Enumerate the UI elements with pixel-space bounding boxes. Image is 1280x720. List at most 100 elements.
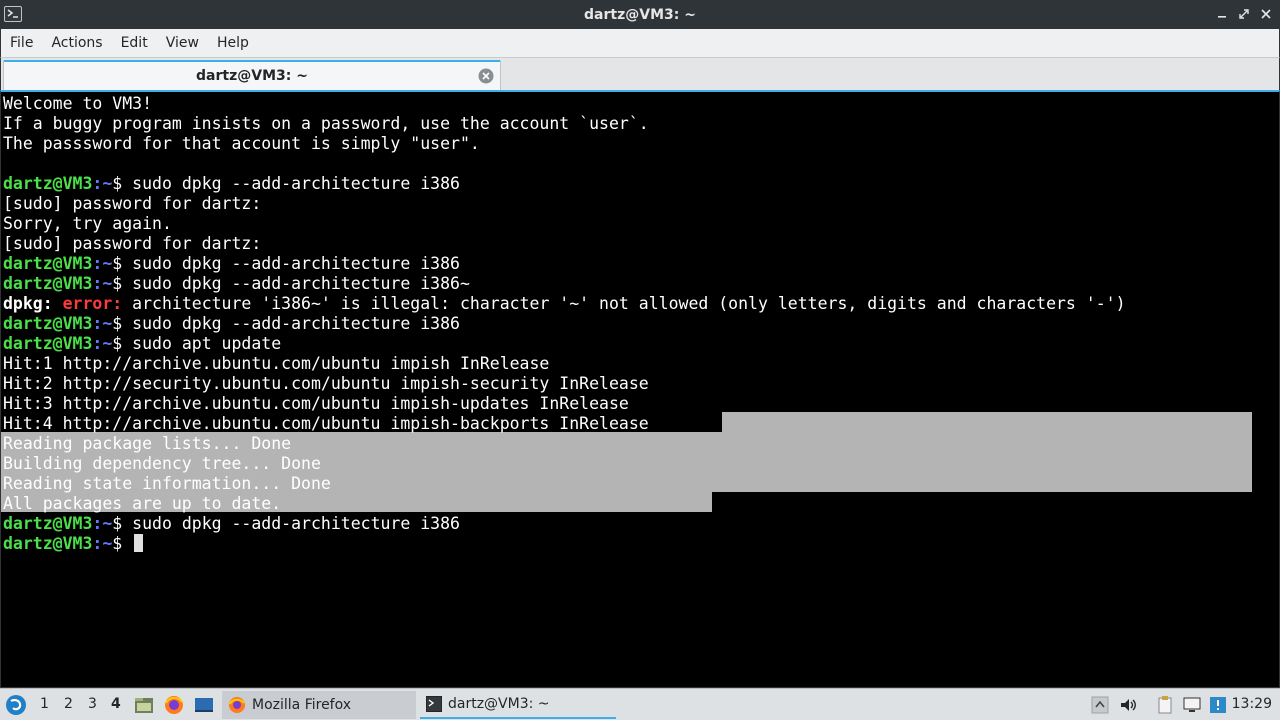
prompt-sign: $ xyxy=(112,254,133,273)
firefox-icon xyxy=(229,697,245,713)
prompt-sign: $ xyxy=(112,314,133,333)
menu-bar: File Actions Edit View Help xyxy=(0,29,1280,57)
command-text: sudo dpkg --add-architecture i386 xyxy=(132,254,460,273)
task-firefox[interactable]: Mozilla Firefox xyxy=(222,691,416,719)
task-label: Mozilla Firefox xyxy=(252,697,352,713)
terminal-view[interactable]: Welcome to VM3! If a buggy program insist… xyxy=(0,90,1280,688)
volume-icon[interactable] xyxy=(1118,695,1138,715)
prompt-path: :~ xyxy=(92,254,113,273)
terminal-line: dartz@VM3:~$ sudo apt update xyxy=(3,334,1126,354)
terminal-line: Hit:1 http://archive.ubuntu.com/ubuntu i… xyxy=(3,354,1126,374)
update-notifier-icon[interactable] xyxy=(1208,695,1228,715)
output-text: Reading state information... Done xyxy=(3,474,331,493)
firefox-launcher-icon[interactable] xyxy=(163,694,185,716)
prompt-path: :~ xyxy=(92,534,113,553)
output-text: [sudo] password for dartz: xyxy=(3,234,262,253)
prompt-path: :~ xyxy=(92,274,113,293)
menu-actions[interactable]: Actions xyxy=(42,29,111,57)
output-text: Hit:3 http://archive.ubuntu.com/ubuntu i… xyxy=(3,394,629,413)
window-titlebar[interactable]: dartz@VM3: ~ xyxy=(0,0,1280,29)
terminal-line: dartz@VM3:~$ xyxy=(3,534,1126,554)
desktop-3[interactable]: 3 xyxy=(88,696,97,712)
desktop-2[interactable]: 2 xyxy=(64,696,73,712)
prompt-sign: $ xyxy=(112,174,133,193)
output-text: If a buggy program insists on a password… xyxy=(3,114,649,133)
prompt-path: :~ xyxy=(92,334,113,353)
prompt-user: dartz@VM3 xyxy=(3,334,93,353)
command-text: sudo dpkg --add-architecture i386~ xyxy=(132,274,470,293)
terminal-line: Hit:4 http://archive.ubuntu.com/ubuntu i… xyxy=(3,414,1126,434)
clock[interactable]: 13:29 xyxy=(1232,696,1272,712)
prompt-sign: $ xyxy=(112,514,133,533)
tab-terminal[interactable]: dartz@VM3: ~ xyxy=(3,60,501,90)
error-message: architecture 'i386~' is illegal: charact… xyxy=(122,294,1126,313)
output-text: The passsword for that account is simply… xyxy=(3,134,480,153)
tab-close-icon[interactable] xyxy=(478,68,494,84)
command-text: sudo dpkg --add-architecture i386 xyxy=(132,314,460,333)
tray-expand-icon[interactable] xyxy=(1090,695,1110,715)
terminal-line: Reading state information... Done xyxy=(3,474,1126,494)
desktop-1[interactable]: 1 xyxy=(40,696,49,712)
clipboard-icon[interactable] xyxy=(1155,695,1175,715)
output-text: Sorry, try again. xyxy=(3,214,172,233)
command-text: sudo apt update xyxy=(132,334,282,353)
command-text: sudo dpkg --add-architecture i386 xyxy=(132,174,460,193)
start-menu-icon[interactable] xyxy=(4,693,28,717)
prompt-user: dartz@VM3 xyxy=(3,514,93,533)
prompt-path: :~ xyxy=(92,174,113,193)
prompt-user: dartz@VM3 xyxy=(3,174,93,193)
terminal-line: [sudo] password for dartz: xyxy=(3,194,1126,214)
output-text: Hit:1 http://archive.ubuntu.com/ubuntu i… xyxy=(3,354,550,373)
command-text: sudo dpkg --add-architecture i386 xyxy=(132,514,460,533)
task-terminal[interactable]: dartz@VM3: ~ xyxy=(420,691,616,719)
desktop-4[interactable]: 4 xyxy=(111,696,121,712)
output-text: Building dependency tree... Done xyxy=(3,454,321,473)
output-text: Welcome to VM3! xyxy=(3,94,153,113)
prompt-path: :~ xyxy=(92,314,113,333)
prompt-path: :~ xyxy=(92,514,113,533)
terminal-line: Hit:3 http://archive.ubuntu.com/ubuntu i… xyxy=(3,394,1126,414)
terminal-line: dartz@VM3:~$ sudo dpkg --add-architectur… xyxy=(3,514,1126,534)
terminal-line: dartz@VM3:~$ sudo dpkg --add-architectur… xyxy=(3,314,1126,334)
prompt-user: dartz@VM3 xyxy=(3,534,93,553)
terminal-icon xyxy=(426,696,442,712)
window-title: dartz@VM3: ~ xyxy=(584,6,696,23)
terminal-output: Welcome to VM3! If a buggy program insist… xyxy=(3,94,1126,554)
terminal-line: dartz@VM3:~$ sudo dpkg --add-architectur… xyxy=(3,174,1126,194)
output-text: Hit:4 http://archive.ubuntu.com/ubuntu i… xyxy=(3,414,649,433)
prompt-user: dartz@VM3 xyxy=(3,314,93,333)
close-icon[interactable] xyxy=(1258,4,1274,24)
output-text: All packages are up to date. xyxy=(3,494,282,513)
terminal-line: Reading package lists... Done xyxy=(3,434,1126,454)
output-text: [sudo] password for dartz: xyxy=(3,194,262,213)
terminal-line: Sorry, try again. xyxy=(3,214,1126,234)
menu-edit[interactable]: Edit xyxy=(112,29,157,57)
terminal-line: Building dependency tree... Done xyxy=(3,454,1126,474)
prompt-user: dartz@VM3 xyxy=(3,254,93,273)
task-label: dartz@VM3: ~ xyxy=(448,696,550,712)
menu-file[interactable]: File xyxy=(1,29,42,57)
output-text: Hit:2 http://security.ubuntu.com/ubuntu … xyxy=(3,374,649,393)
tab-label: dartz@VM3: ~ xyxy=(196,68,308,84)
terminal-cursor xyxy=(134,534,144,552)
menu-view[interactable]: View xyxy=(157,29,208,57)
terminal-line: Welcome to VM3! xyxy=(3,94,1126,114)
terminal-line: dpkg: error: architecture 'i386~' is ill… xyxy=(3,294,1126,314)
minimize-icon[interactable] xyxy=(1214,4,1230,24)
show-desktop-icon[interactable] xyxy=(193,694,215,716)
terminal-line: dartz@VM3:~$ sudo dpkg --add-architectur… xyxy=(3,274,1126,294)
prompt-sign: $ xyxy=(112,334,133,353)
terminal-line: Hit:2 http://security.ubuntu.com/ubuntu … xyxy=(3,374,1126,394)
prompt-sign: $ xyxy=(112,274,133,293)
terminal-line: The passsword for that account is simply… xyxy=(3,134,1126,154)
prompt-sign: $ xyxy=(112,534,133,553)
error-label: error: xyxy=(62,294,123,313)
terminal-line: If a buggy program insists on a password… xyxy=(3,114,1126,134)
file-manager-icon[interactable] xyxy=(133,694,155,716)
prompt-user: dartz@VM3 xyxy=(3,274,93,293)
menu-help[interactable]: Help xyxy=(208,29,258,57)
restore-icon[interactable] xyxy=(1236,4,1252,24)
error-source: dpkg: xyxy=(3,294,53,313)
network-icon[interactable] xyxy=(1182,695,1202,715)
